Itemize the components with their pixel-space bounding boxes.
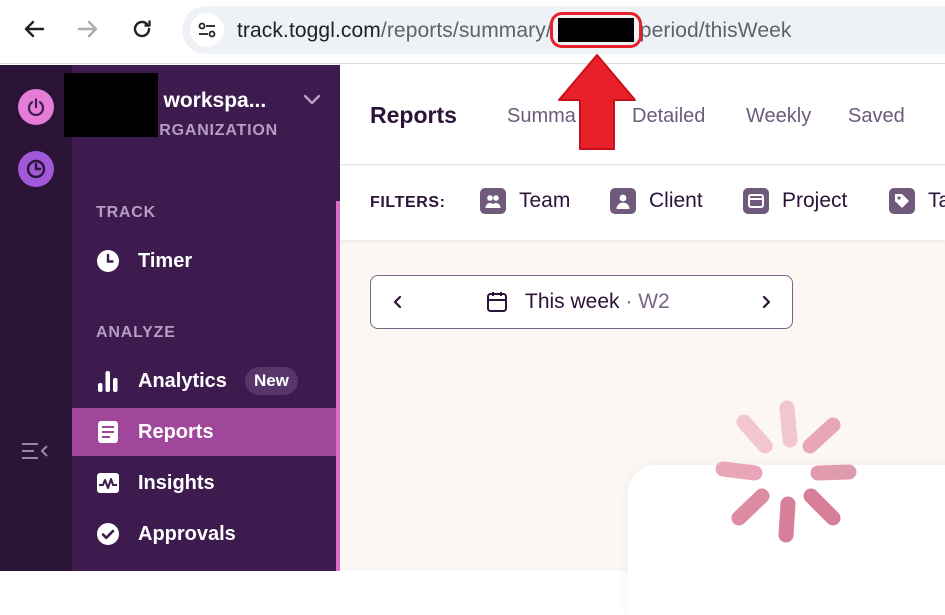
toggl-app: s workspa... ORGANIZATION TRACK Timer AN… bbox=[0, 65, 945, 615]
track-app-button[interactable] bbox=[18, 151, 54, 187]
chevron-left-icon[interactable] bbox=[389, 293, 407, 311]
filter-project[interactable]: Project bbox=[743, 188, 847, 214]
loading-spinner-icon bbox=[715, 400, 857, 543]
browser-toolbar: track.toggl.com/reports/summary/period/t… bbox=[0, 0, 945, 64]
sidebar-item-analytics[interactable]: Analytics New bbox=[72, 357, 336, 405]
workspace-type: ORGANIZATION bbox=[146, 122, 278, 139]
person-icon bbox=[610, 188, 636, 214]
sidebar: s workspa... ORGANIZATION TRACK Timer AN… bbox=[64, 65, 340, 571]
power-button[interactable] bbox=[18, 89, 54, 125]
date-separator: · bbox=[625, 290, 633, 313]
arrow-right-icon bbox=[77, 20, 98, 38]
check-circle-icon bbox=[96, 522, 120, 546]
filter-label: Ta bbox=[928, 189, 945, 212]
week-number: W2 bbox=[638, 290, 670, 313]
app-rail bbox=[0, 65, 72, 571]
sidebar-item-reports[interactable]: Reports bbox=[72, 408, 336, 456]
section-title-track: TRACK bbox=[96, 204, 156, 221]
sidebar-item-approvals[interactable]: Approvals bbox=[72, 510, 336, 558]
sidebar-item-label: Approvals bbox=[138, 522, 236, 545]
calendar-icon bbox=[487, 292, 507, 312]
team-icon bbox=[480, 188, 506, 214]
url-redaction bbox=[549, 12, 642, 48]
tag-icon bbox=[889, 188, 915, 214]
reports-header: Reports Summa Detailed Weekly Saved bbox=[340, 65, 945, 165]
chevron-right-icon[interactable] bbox=[757, 293, 775, 311]
filter-label: Team bbox=[519, 189, 571, 212]
filter-bar: FILTERS: Team Client Project Ta bbox=[340, 166, 945, 240]
tab-saved[interactable]: Saved bbox=[848, 105, 905, 128]
workspace-name[interactable]: s workspa... bbox=[146, 89, 266, 113]
filter-tag[interactable]: Ta bbox=[889, 188, 945, 214]
date-range-text: This week bbox=[525, 290, 620, 313]
sidebar-item-label: Reports bbox=[138, 420, 214, 443]
collapse-sidebar-icon[interactable] bbox=[20, 439, 50, 463]
sidebar-item-insights[interactable]: Insights bbox=[72, 459, 336, 507]
filter-label: Project bbox=[782, 189, 848, 212]
sidebar-item-label: Timer bbox=[138, 249, 193, 272]
address-bar[interactable]: track.toggl.com/reports/summary/period/t… bbox=[182, 6, 945, 54]
date-range-label: This week · W2 bbox=[525, 290, 670, 314]
tune-icon bbox=[198, 22, 216, 38]
sidebar-item-label: Insights bbox=[138, 471, 215, 494]
sidebar-item-timer[interactable]: Timer bbox=[72, 237, 336, 285]
annotation-circle bbox=[549, 12, 642, 48]
filter-team[interactable]: Team bbox=[480, 188, 570, 214]
bar-chart-icon bbox=[96, 369, 120, 393]
sidebar-item-label: Analytics bbox=[138, 369, 227, 392]
tab-detailed[interactable]: Detailed bbox=[632, 105, 705, 128]
filters-label: FILTERS: bbox=[370, 194, 446, 211]
main-content: Reports Summa Detailed Weekly Saved FILT… bbox=[340, 65, 945, 615]
section-title-analyze: ANALYZE bbox=[96, 324, 176, 341]
reload-icon bbox=[133, 20, 151, 38]
power-icon bbox=[27, 98, 45, 116]
clock-icon bbox=[96, 249, 120, 273]
site-info-button[interactable] bbox=[190, 13, 224, 47]
url-domain: track.toggl.com bbox=[237, 19, 381, 42]
url-path-start: /reports/summary/ bbox=[380, 19, 552, 42]
filter-client[interactable]: Client bbox=[610, 188, 703, 214]
tab-weekly[interactable]: Weekly bbox=[746, 105, 811, 128]
filter-label: Client bbox=[649, 189, 703, 212]
url-text: track.toggl.com/reports/summary/period/t… bbox=[237, 12, 792, 48]
document-icon bbox=[96, 420, 120, 444]
date-range-picker[interactable]: This week · W2 bbox=[370, 275, 793, 329]
url-path-end: period/thisWeek bbox=[639, 19, 792, 42]
chevron-down-icon[interactable] bbox=[302, 93, 322, 107]
page-title: Reports bbox=[370, 102, 457, 128]
reload-button[interactable] bbox=[125, 12, 159, 46]
new-badge: New bbox=[244, 367, 298, 395]
forward-button[interactable] bbox=[71, 12, 105, 46]
back-button[interactable] bbox=[17, 12, 51, 46]
annotation-arrow-icon bbox=[558, 54, 636, 150]
folder-icon bbox=[743, 188, 769, 214]
workspace-redaction bbox=[64, 73, 158, 137]
arrow-left-icon bbox=[24, 20, 45, 38]
pulse-chart-icon bbox=[96, 471, 120, 495]
clock-icon bbox=[26, 159, 46, 179]
